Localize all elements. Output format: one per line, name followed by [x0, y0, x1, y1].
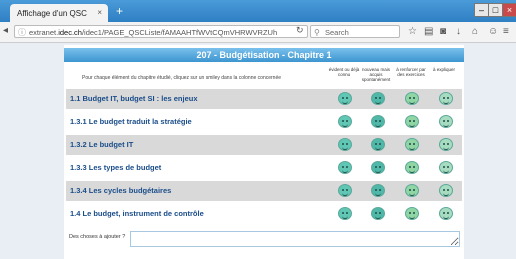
page-title: 207 - Budgétisation - Chapitre 1	[64, 48, 464, 62]
minimize-button[interactable]: –	[474, 3, 489, 17]
smiley-renforcer-icon[interactable]	[405, 161, 419, 174]
chapter-row: 1.3.3 Les types de budget	[66, 158, 462, 178]
chapter-row-label: 1.3.1 Le budget traduit la stratégie	[70, 117, 192, 126]
smiley-evident-icon[interactable]	[338, 207, 352, 220]
url-host: idec.ch	[58, 28, 82, 37]
smiley-renforcer-icon[interactable]	[405, 184, 419, 197]
smiley-expliquer-icon[interactable]	[439, 184, 453, 197]
smiley-nouveau-icon[interactable]	[371, 115, 385, 128]
url-path: /idec1/PAGE_QSCListe/fAMAAHTfWVtCQmVHRWV…	[81, 28, 278, 37]
smiley-expliquer-icon[interactable]	[439, 115, 453, 128]
search-input[interactable]: ⚲ Search	[310, 25, 400, 38]
page-body: 207 - Budgétisation - Chapitre 1 Pour ch…	[0, 43, 516, 259]
smiley-renforcer-icon[interactable]	[405, 92, 419, 105]
smiley-nouveau-icon[interactable]	[371, 184, 385, 197]
column-header-nouveau: nouveau mais acquis spontanément	[361, 67, 391, 82]
column-header-renforcer: à renforcer par des exercices	[396, 67, 426, 77]
close-window-button[interactable]: ×	[502, 3, 516, 17]
info-icon[interactable]: ⓘ	[18, 26, 26, 37]
chapter-row-label: 1.3.2 Le budget IT	[70, 140, 134, 149]
reading-list-icon[interactable]: ▤	[424, 25, 433, 38]
home-icon[interactable]: ⌂	[472, 25, 478, 38]
tab-title: Affichage d'un QSC	[17, 9, 87, 18]
chapter-row: 1.1 Budget IT, budget SI : les enjeux	[66, 89, 462, 109]
smiley-evident-icon[interactable]	[338, 184, 352, 197]
column-header-evident: évident ou déjà connu	[328, 67, 360, 77]
bookmark-star-icon[interactable]: ☆	[408, 25, 417, 38]
new-tab-button[interactable]: +	[116, 5, 123, 17]
smiley-expliquer-icon[interactable]	[439, 161, 453, 174]
back-arrow-icon[interactable]: ◂	[3, 25, 8, 36]
smiley-renforcer-icon[interactable]	[405, 138, 419, 151]
column-header-expliquer: à expliquer	[432, 67, 455, 72]
maximize-button[interactable]: □	[488, 3, 503, 17]
download-icon[interactable]: ↓	[456, 25, 461, 38]
chapter-row: 1.3.4 Les cycles budgétaires	[66, 181, 462, 201]
smiley-renforcer-icon[interactable]	[405, 207, 419, 220]
smiley-expliquer-icon[interactable]	[439, 92, 453, 105]
chapter-row-label: 1.1 Budget IT, budget SI : les enjeux	[70, 94, 198, 103]
smiley-expliquer-icon[interactable]	[439, 138, 453, 151]
smiley-expliquer-icon[interactable]	[439, 207, 453, 220]
chapter-row-label: 1.3.3 Les types de budget	[70, 163, 162, 172]
url-prefix: extranet.	[29, 28, 59, 37]
title-bar: Affichage d'un QSC × + – □ ×	[0, 0, 516, 22]
smiley-evident-icon[interactable]	[338, 92, 352, 105]
smiley-evident-icon[interactable]	[338, 115, 352, 128]
qsc-panel: 207 - Budgétisation - Chapitre 1 Pour ch…	[64, 45, 464, 259]
comment-label: Des choses à ajouter ?	[69, 234, 126, 240]
menu-icon[interactable]: ≡	[503, 25, 509, 38]
smiley-nouveau-icon[interactable]	[371, 138, 385, 151]
smiley-evident-icon[interactable]	[338, 138, 352, 151]
pocket-icon[interactable]: ◙	[440, 25, 446, 38]
search-icon: ⚲	[314, 28, 320, 37]
chapter-row-label: 1.4 Le budget, instrument de contrôle	[70, 209, 204, 218]
chapter-row-label: 1.3.4 Les cycles budgétaires	[70, 186, 172, 195]
tab-close-icon[interactable]: ×	[97, 8, 102, 17]
extension-icon[interactable]: ☺	[488, 25, 498, 38]
comment-textarea[interactable]	[130, 231, 460, 247]
browser-tab[interactable]: Affichage d'un QSC ×	[10, 4, 108, 22]
smiley-nouveau-icon[interactable]	[371, 92, 385, 105]
reload-icon[interactable]: ↻	[296, 25, 304, 36]
chapter-row: 1.3.2 Le budget IT	[66, 135, 462, 155]
smiley-nouveau-icon[interactable]	[371, 161, 385, 174]
url-bar[interactable]: ⓘ extranet.idec.ch/idec1/PAGE_QSCListe/f…	[14, 25, 308, 38]
smiley-evident-icon[interactable]	[338, 161, 352, 174]
search-placeholder: Search	[325, 28, 349, 37]
smiley-nouveau-icon[interactable]	[371, 207, 385, 220]
instruction-text: Pour chaque élément du chapitre étudié, …	[82, 75, 282, 81]
chapter-row: 1.3.1 Le budget traduit la stratégie	[66, 112, 462, 132]
navigation-bar: ◂ ⓘ extranet.idec.ch/idec1/PAGE_QSCListe…	[0, 22, 516, 43]
chapter-row: 1.4 Le budget, instrument de contrôle	[66, 204, 462, 224]
smiley-renforcer-icon[interactable]	[405, 115, 419, 128]
